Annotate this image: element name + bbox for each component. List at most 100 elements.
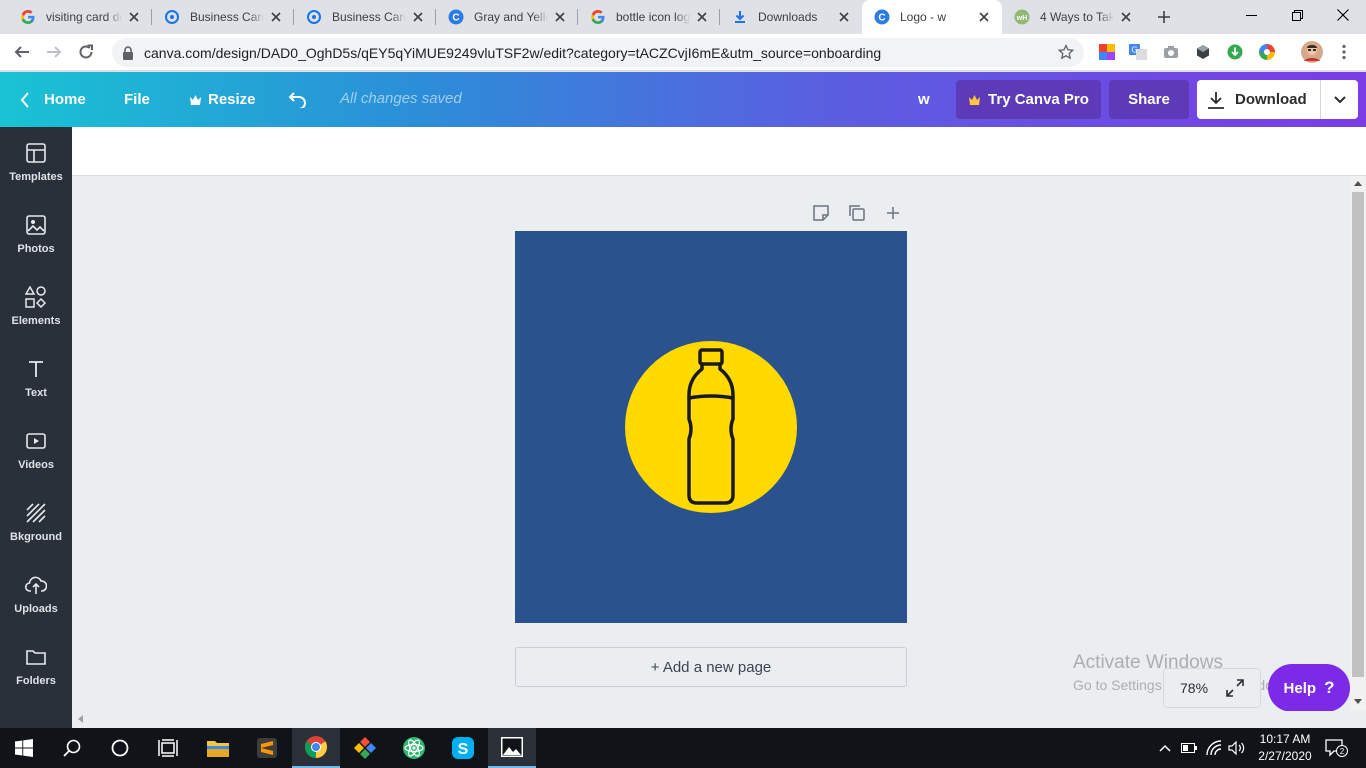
cortana-button[interactable] [96, 728, 144, 768]
back-button[interactable] [8, 38, 36, 66]
avatar[interactable] [1301, 41, 1323, 63]
close-tab-icon[interactable] [976, 9, 992, 25]
sidebar-item-text[interactable]: Text [0, 343, 72, 407]
browser-tab[interactable]: visiting card de [8, 0, 152, 34]
bookmark-star-icon[interactable] [1058, 44, 1074, 60]
sidebar-item-photos[interactable]: Photos [0, 199, 72, 263]
taskbar-sublime-text[interactable] [243, 728, 291, 768]
add-page-icon-button[interactable] [883, 203, 903, 223]
vector-favicon-icon [306, 9, 322, 25]
chevron-left-icon [20, 91, 29, 108]
search-button[interactable] [48, 728, 96, 768]
fullscreen-icon[interactable] [1226, 679, 1244, 697]
home-button[interactable]: Home [20, 72, 86, 127]
close-tab-icon[interactable] [410, 9, 426, 25]
design-canvas[interactable] [515, 231, 907, 623]
browser-tab[interactable]: wH 4 Ways to Take [1002, 0, 1144, 34]
horizontal-scrollbar[interactable] [72, 711, 1350, 728]
address-bar[interactable]: canva.com/design/DAD0_OghD5s/qEY5qYiMUE9… [112, 38, 1084, 67]
duplicate-page-button[interactable] [847, 203, 867, 223]
camera-extension-icon[interactable] [1162, 43, 1180, 61]
battery-status[interactable] [1180, 740, 1198, 756]
download-main[interactable]: Download [1197, 80, 1321, 119]
close-window-button[interactable] [1320, 0, 1366, 30]
new-tab-button[interactable] [1153, 6, 1175, 28]
taskbar-git-client[interactable] [341, 728, 389, 768]
vertical-scrollbar[interactable] [1350, 176, 1366, 711]
scrollbar-thumb[interactable] [1352, 192, 1364, 677]
browser-tab[interactable]: C Gray and Yello [436, 0, 578, 34]
taskbar-file-explorer[interactable] [194, 728, 242, 768]
canva-header: Home File Resize All changes saved w Try… [0, 72, 1366, 127]
browser-tab[interactable]: bottle icon log [578, 0, 720, 34]
download-options-dropdown[interactable] [1321, 95, 1358, 104]
bottle-icon[interactable] [683, 347, 739, 509]
close-tab-icon[interactable] [1118, 9, 1134, 25]
sidebar-item-videos[interactable]: Videos [0, 415, 72, 479]
templates-icon [24, 141, 48, 165]
minimize-button[interactable] [1228, 0, 1274, 30]
sidebar-item-background[interactable]: Bkground [0, 487, 72, 551]
lock-icon[interactable] [122, 45, 134, 60]
forward-button[interactable] [40, 38, 68, 66]
resize-button[interactable]: Resize [189, 72, 256, 127]
action-center-button[interactable]: 2 [1324, 738, 1348, 758]
browser-tab[interactable]: Business Card [294, 0, 436, 34]
help-button[interactable]: Help ? [1268, 664, 1350, 712]
restore-button[interactable] [1274, 0, 1320, 30]
taskbar-skype[interactable]: S [439, 728, 487, 768]
cube-extension-icon[interactable] [1194, 43, 1212, 61]
task-view-button[interactable] [144, 728, 192, 768]
sidebar-item-folders[interactable]: Folders [0, 631, 72, 695]
taskbar-atom[interactable] [390, 728, 438, 768]
taskbar-clock[interactable]: 10:17 AM 2/27/2020 [1250, 731, 1320, 765]
taskbar-chrome[interactable] [292, 728, 340, 768]
scroll-left-icon[interactable] [77, 715, 83, 723]
help-label: Help [1283, 679, 1317, 697]
try-canva-pro-button[interactable]: Try Canva Pro [956, 80, 1101, 119]
sidebar-item-elements[interactable]: Elements [0, 271, 72, 335]
tab-title: Business Card [332, 10, 406, 24]
sidebar-item-uploads[interactable]: Uploads [0, 559, 72, 623]
download-button[interactable]: Download [1197, 80, 1358, 119]
scroll-down-icon[interactable] [1354, 699, 1362, 705]
cortana-circle-icon [111, 739, 129, 757]
file-menu-button[interactable]: File [124, 72, 150, 127]
url-text[interactable]: canva.com/design/DAD0_OghD5s/qEY5qYiMUE9… [144, 45, 881, 61]
tab-title: bottle icon log [616, 10, 690, 24]
taskbar-photos[interactable] [488, 728, 536, 768]
scroll-up-icon[interactable] [1354, 180, 1362, 186]
show-hidden-icons-button[interactable] [1156, 740, 1174, 756]
close-tab-icon[interactable] [694, 9, 710, 25]
translate-extension-icon[interactable]: G [1129, 43, 1147, 61]
sidebar-item-templates[interactable]: Templates [0, 127, 72, 191]
browser-tab[interactable]: Business Card [152, 0, 294, 34]
start-button[interactable] [0, 728, 48, 768]
sidebar-item-label: Folders [16, 675, 56, 687]
google-g-icon [20, 9, 36, 25]
zoom-level[interactable]: 78% [1180, 680, 1208, 696]
close-tab-icon[interactable] [552, 9, 568, 25]
undo-button[interactable] [288, 72, 308, 127]
document-title[interactable]: w [918, 91, 930, 108]
zoom-control[interactable]: 78% [1163, 668, 1261, 708]
color-palette-extension-icon[interactable] [1098, 43, 1116, 61]
wifi-status[interactable] [1205, 740, 1223, 756]
close-tab-icon[interactable] [126, 9, 142, 25]
browser-tab-active[interactable]: C Logo - w [862, 0, 1002, 34]
sublime-text-icon [257, 738, 277, 758]
close-tab-icon[interactable] [268, 9, 284, 25]
share-button[interactable]: Share [1109, 80, 1189, 119]
volume-control[interactable] [1228, 740, 1246, 756]
color-wheel-extension-icon[interactable] [1258, 43, 1276, 61]
yellow-circle-shape[interactable] [625, 341, 797, 513]
reload-button[interactable] [72, 38, 100, 66]
browser-tab[interactable]: Downloads [720, 0, 862, 34]
close-tab-icon[interactable] [836, 9, 852, 25]
folders-icon [24, 645, 48, 669]
download-extension-icon[interactable] [1226, 43, 1244, 61]
chrome-menu-button[interactable] [1335, 43, 1353, 61]
vector-favicon-icon [164, 9, 180, 25]
add-notes-button[interactable] [811, 203, 831, 223]
add-new-page-button[interactable]: + Add a new page [515, 647, 907, 687]
